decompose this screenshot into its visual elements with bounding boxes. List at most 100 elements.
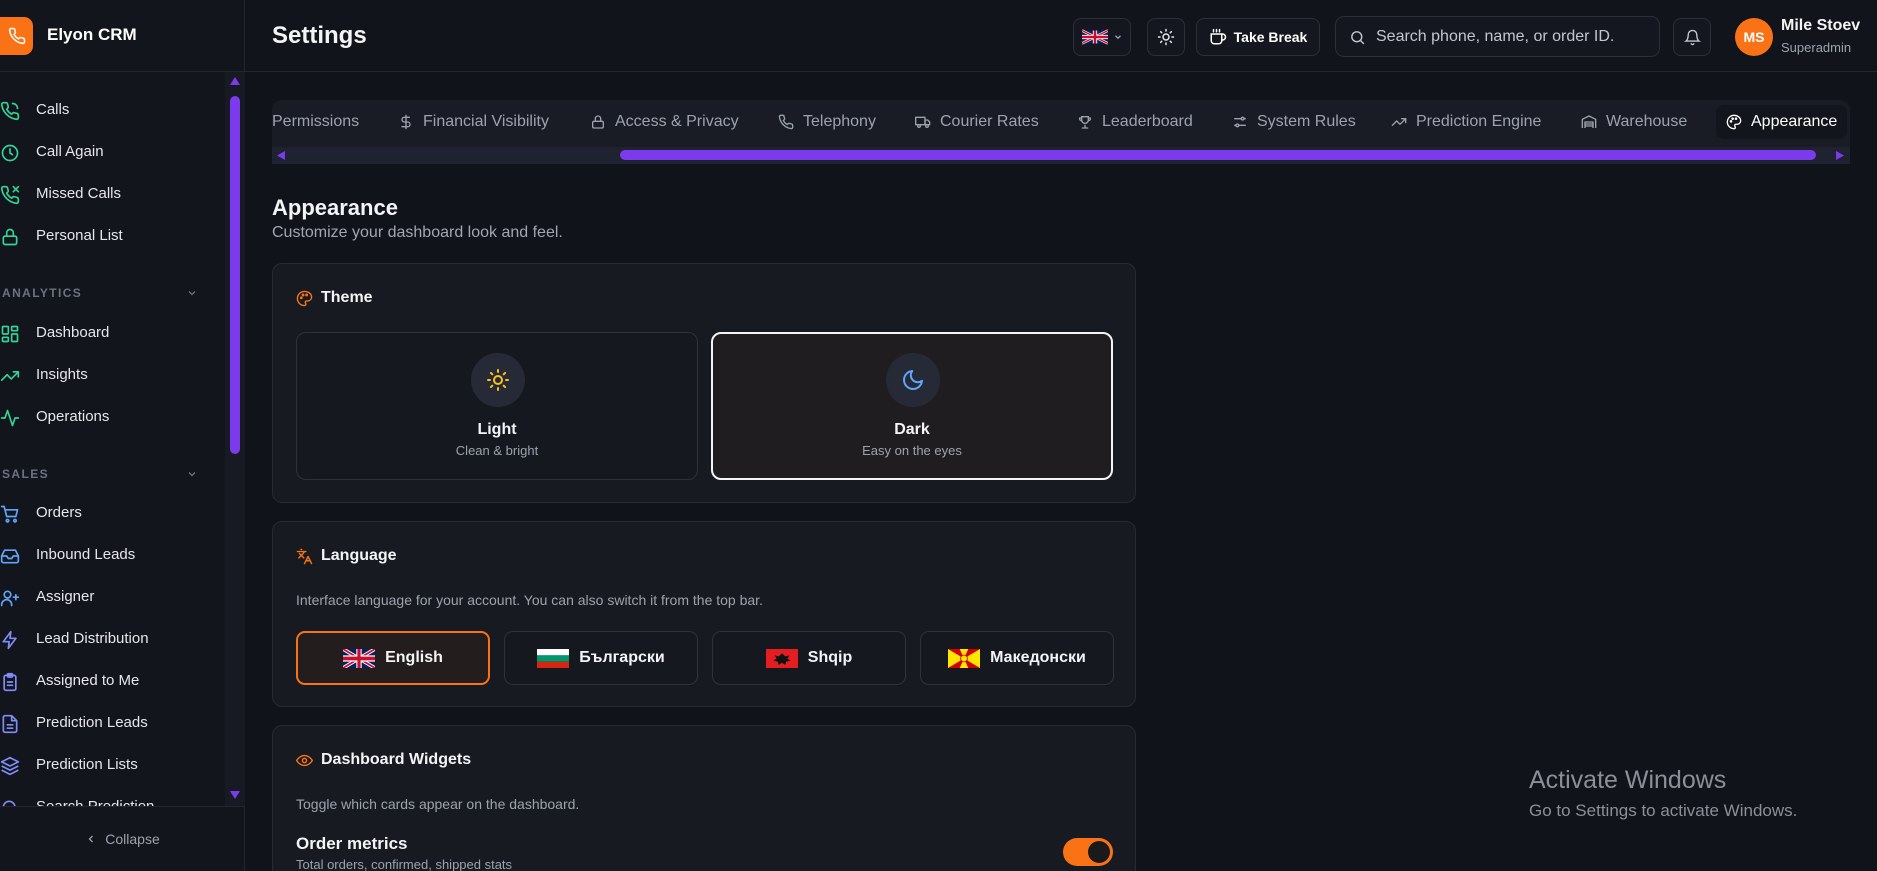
language-option-label: Shqip xyxy=(807,649,853,666)
tab-label: Warehouse xyxy=(1606,113,1688,130)
tab-system-rules[interactable]: System Rules xyxy=(1232,105,1356,139)
tab-label: Prediction Engine xyxy=(1416,113,1542,130)
grid-icon xyxy=(1,325,19,343)
settings-tabs: Permissions Financial Visibility Access … xyxy=(272,100,1850,164)
layers-icon xyxy=(0,756,20,776)
tab-label: Telephony xyxy=(803,113,876,130)
user-name[interactable]: Mile Stoev xyxy=(1781,17,1860,35)
language-option-albanian[interactable]: Shqip xyxy=(712,631,906,685)
section-sales[interactable]: SALES xyxy=(2,467,49,481)
sun-icon xyxy=(1157,28,1175,46)
tab-financial-visibility[interactable]: Financial Visibility xyxy=(398,105,549,139)
language-selector[interactable] xyxy=(1073,18,1131,56)
tab-label: System Rules xyxy=(1257,113,1356,130)
translate-icon xyxy=(296,548,313,564)
widgets-note: Toggle which cards appear on the dashboa… xyxy=(296,796,580,812)
language-option-label: English xyxy=(385,649,443,666)
al-flag-icon xyxy=(765,648,798,668)
palette-icon xyxy=(296,290,313,306)
watermark-subtitle: Go to Settings to activate Windows. xyxy=(1529,801,1798,820)
dashboard-widgets-card: Dashboard Widgets Toggle which cards app… xyxy=(272,725,1136,871)
search-icon xyxy=(2,800,16,806)
language-option-bulgarian[interactable]: Български xyxy=(504,631,698,685)
search-box[interactable] xyxy=(1335,16,1660,57)
scroll-up-icon[interactable] xyxy=(229,76,241,86)
language-option-english[interactable]: English xyxy=(296,631,490,685)
theme-card: Theme Light Clean & bright Dark Easy on … xyxy=(272,263,1136,503)
section-analytics[interactable]: ANALYTICS xyxy=(2,286,82,300)
tab-label: Appearance xyxy=(1751,113,1838,130)
scroll-left-icon[interactable] xyxy=(276,150,286,161)
moon-icon xyxy=(886,353,940,407)
chevron-down-icon[interactable] xyxy=(186,287,198,299)
trend-icon xyxy=(1391,118,1407,126)
language-option-label: Македонски xyxy=(990,649,1086,666)
bolt-icon xyxy=(2,630,17,650)
sidebar-item-label: Assigned to Me xyxy=(36,672,140,689)
tab-label: Access & Privacy xyxy=(615,113,739,130)
language-note: Interface language for your account. You… xyxy=(296,592,763,608)
tab-telephony[interactable]: Telephony xyxy=(778,105,876,139)
lock-icon xyxy=(2,228,18,246)
order-metrics-toggle[interactable] xyxy=(1063,838,1113,866)
bell-icon xyxy=(1683,29,1701,45)
chevron-down-icon[interactable] xyxy=(186,468,198,480)
tab-warehouse[interactable]: Warehouse xyxy=(1581,105,1687,139)
topbar: Settings Take Break MS Mile Stoev Supera… xyxy=(245,0,1877,72)
sidebar-item-label: Assigner xyxy=(36,588,95,605)
take-break-button[interactable]: Take Break xyxy=(1196,18,1320,56)
theme-option-light[interactable]: Light Clean & bright xyxy=(296,332,698,480)
coffee-icon xyxy=(1210,28,1226,45)
language-card: Language Interface language for your acc… xyxy=(272,521,1136,707)
theme-option-label: Dark xyxy=(894,421,930,438)
scroll-down-icon[interactable] xyxy=(229,790,241,800)
notifications-button[interactable] xyxy=(1673,18,1711,56)
sidebar-item-label: Search Prediction xyxy=(36,798,154,806)
widgets-card-title: Dashboard Widgets xyxy=(321,751,472,768)
tab-label: Courier Rates xyxy=(940,113,1039,130)
app-root: Elyon CRM Calls Call Again Missed Calls … xyxy=(0,0,1877,871)
clock-icon xyxy=(1,144,19,162)
cart-icon xyxy=(0,505,19,523)
tab-leaderboard[interactable]: Leaderboard xyxy=(1077,105,1193,139)
avatar[interactable]: MS xyxy=(1735,18,1773,56)
tab-courier-rates[interactable]: Courier Rates xyxy=(915,105,1039,139)
theme-option-label: Light xyxy=(477,421,517,438)
watermark-title: Activate Windows xyxy=(1529,766,1727,794)
chevron-down-icon xyxy=(1114,35,1121,40)
lock-icon xyxy=(592,115,604,129)
scroll-right-icon[interactable] xyxy=(1835,150,1845,161)
language-card-title: Language xyxy=(321,547,397,564)
phone-missed-icon xyxy=(0,185,20,205)
collapse-button[interactable]: Collapse xyxy=(0,806,245,871)
sidebar: Elyon CRM Calls Call Again Missed Calls … xyxy=(0,0,245,871)
activate-windows-watermark: Activate Windows Go to Settings to activ… xyxy=(1529,766,1797,821)
sidebar-scrollbar-thumb[interactable] xyxy=(230,96,240,454)
tab-label: Leaderboard xyxy=(1102,113,1193,130)
tab-prediction-engine[interactable]: Prediction Engine xyxy=(1391,105,1541,139)
tabs-scrollbar[interactable] xyxy=(272,147,1850,164)
tab-permissions[interactable]: Permissions xyxy=(272,105,359,139)
theme-option-dark[interactable]: Dark Easy on the eyes xyxy=(711,332,1113,480)
theme-card-title: Theme xyxy=(321,289,373,306)
gb-flag-icon xyxy=(343,648,376,668)
sidebar-item-label: Lead Distribution xyxy=(36,630,149,647)
search-icon xyxy=(1351,31,1365,45)
activity-icon xyxy=(0,409,20,427)
language-option-macedonian[interactable]: Македонски xyxy=(920,631,1114,685)
sidebar-item-label: Calls xyxy=(36,101,70,118)
brand: Elyon CRM xyxy=(0,0,245,72)
inbox-icon xyxy=(0,549,20,564)
warehouse-icon xyxy=(1581,115,1597,128)
sidebar-item-label: Insights xyxy=(36,366,88,383)
theme-option-desc: Clean & bright xyxy=(455,443,539,458)
theme-toggle-button[interactable] xyxy=(1147,18,1185,56)
tab-access-privacy[interactable]: Access & Privacy xyxy=(590,105,739,139)
sidebar-item-label: Orders xyxy=(36,504,82,521)
tabs-scrollbar-thumb[interactable] xyxy=(620,150,1816,160)
collapse-label: Collapse xyxy=(105,831,160,847)
toggle-knob xyxy=(1088,841,1110,863)
search-input[interactable] xyxy=(1376,17,1656,56)
sidebar-item-label: Operations xyxy=(36,408,110,425)
tab-appearance[interactable]: Appearance xyxy=(1716,105,1848,139)
